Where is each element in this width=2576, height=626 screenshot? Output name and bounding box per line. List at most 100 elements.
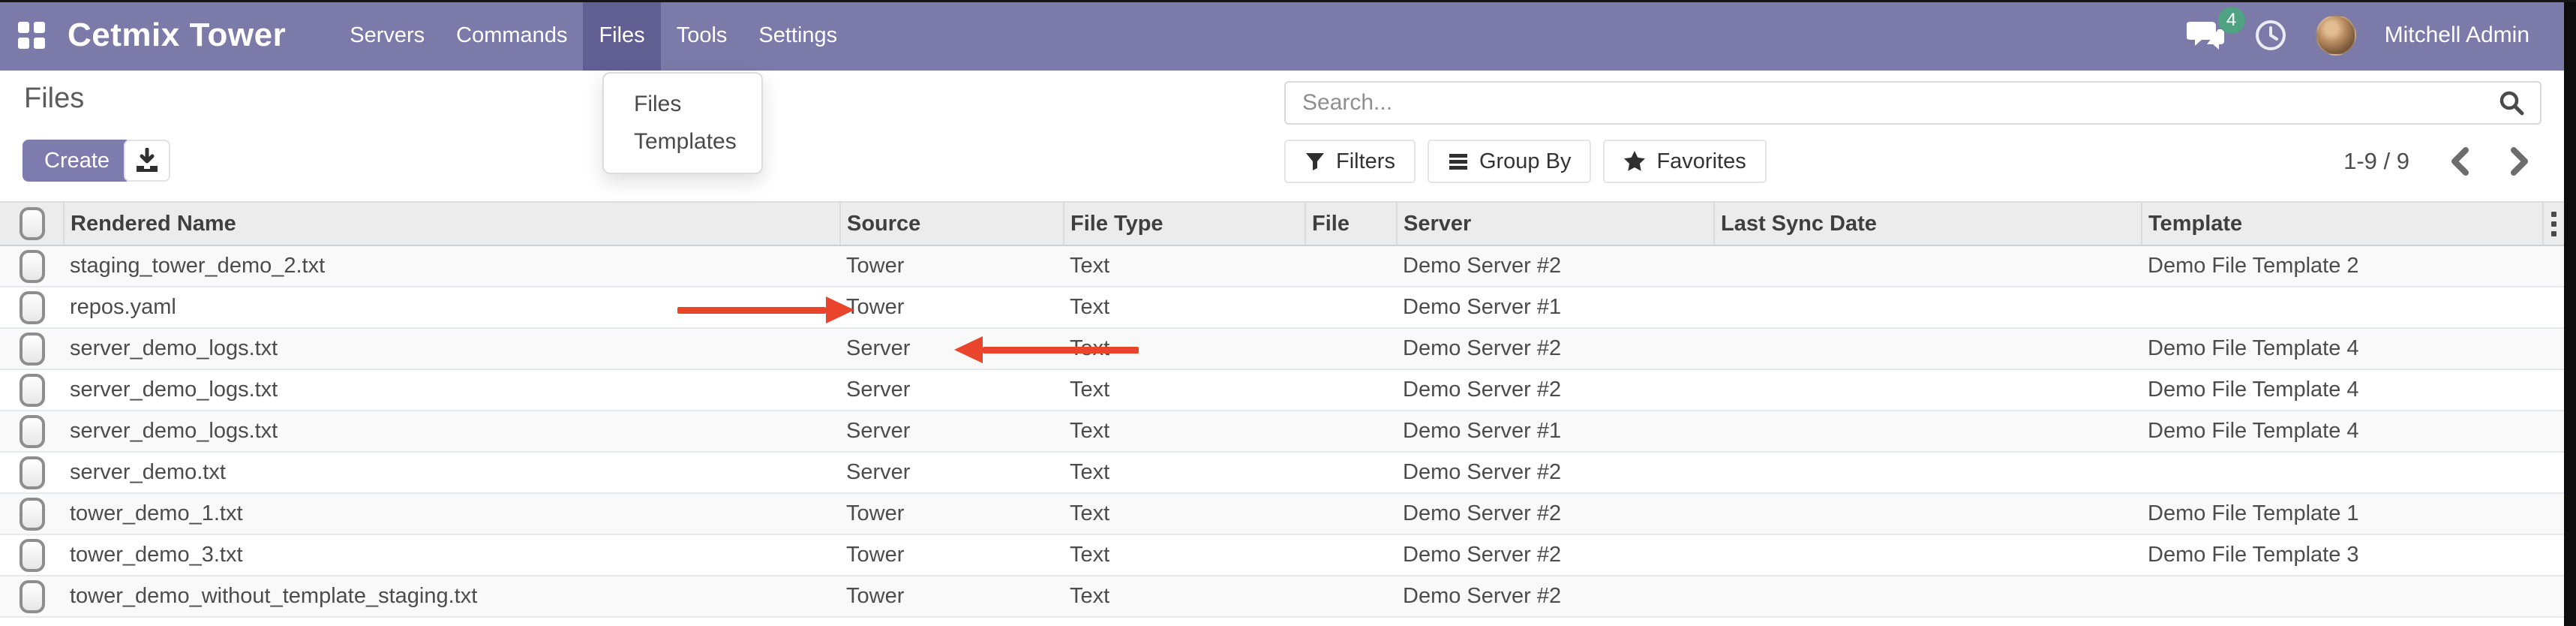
cell-source: Server <box>840 328 1064 369</box>
cell-server: Demo Server #1 <box>1397 287 1714 328</box>
cell-template: Demo File Template 3 <box>2142 534 2543 576</box>
files-list-table: Rendered NameSourceFile TypeFileServerLa… <box>0 201 2564 618</box>
cell-file <box>1305 576 1397 617</box>
apps-grid-icon[interactable] <box>18 22 45 49</box>
cell-template <box>2142 576 2543 617</box>
cell-last-sync-date <box>1714 411 2142 452</box>
cell-file <box>1305 411 1397 452</box>
filters-label: Filters <box>1336 149 1395 174</box>
column-header-file[interactable]: File <box>1305 202 1397 245</box>
nav-item-settings[interactable]: Settings <box>743 0 853 71</box>
row-checkbox[interactable] <box>20 250 45 283</box>
cell-options <box>2543 287 2564 328</box>
table-row[interactable]: tower_demo_without_template_staging.txtT… <box>0 576 2564 617</box>
search-icon[interactable] <box>2498 89 2525 116</box>
table-row[interactable]: server_demo_logs.txtServerTextDemo Serve… <box>0 411 2564 452</box>
cell-source: Tower <box>840 534 1064 576</box>
table-row[interactable]: server_demo.txtServerTextDemo Server #2 <box>0 452 2564 493</box>
row-checkbox[interactable] <box>20 291 45 324</box>
dropdown-item-files[interactable]: Files <box>604 86 761 123</box>
nav-item-commands[interactable]: Commands <box>440 0 583 71</box>
column-header-last-sync-date[interactable]: Last Sync Date <box>1714 202 2142 245</box>
cell-source: Server <box>840 369 1064 411</box>
row-checkbox[interactable] <box>20 415 45 448</box>
cell-source: Server <box>840 411 1064 452</box>
nav-item-servers[interactable]: Servers <box>334 0 440 71</box>
select-all-checkbox[interactable] <box>20 207 45 240</box>
cell-file-type: Text <box>1064 493 1305 534</box>
cell-file <box>1305 452 1397 493</box>
group-by-bars-icon <box>1448 151 1469 172</box>
cell-options <box>2543 411 2564 452</box>
cell-server: Demo Server #2 <box>1397 328 1714 369</box>
pager-previous-button[interactable] <box>2450 147 2469 176</box>
cell-rendered-name: server_demo_logs.txt <box>64 328 840 369</box>
cell-file <box>1305 493 1397 534</box>
group-by-button[interactable]: Group By <box>1428 140 1592 183</box>
nav-item-tools[interactable]: Tools <box>661 0 743 71</box>
table-row[interactable]: staging_tower_demo_2.txtTowerTextDemo Se… <box>0 245 2564 287</box>
cell-source: Tower <box>840 576 1064 617</box>
row-checkbox[interactable] <box>20 374 45 407</box>
chevron-right-icon <box>2510 147 2529 176</box>
dropdown-item-templates[interactable]: Templates <box>604 123 761 161</box>
filters-button[interactable]: Filters <box>1284 140 1416 183</box>
column-header-template[interactable]: Template <box>2142 202 2543 245</box>
cell-last-sync-date <box>1714 287 2142 328</box>
cell-file <box>1305 534 1397 576</box>
cell-server: Demo Server #2 <box>1397 576 1714 617</box>
download-button[interactable] <box>124 140 170 182</box>
cell-template: Demo File Template 1 <box>2142 493 2543 534</box>
cell-server: Demo Server #2 <box>1397 493 1714 534</box>
header-row: Rendered NameSourceFile TypeFileServerLa… <box>0 202 2564 245</box>
user-avatar[interactable] <box>2316 15 2356 56</box>
column-header-file-type[interactable]: File Type <box>1064 202 1305 245</box>
messages-button[interactable]: 4 <box>2187 19 2226 52</box>
app-brand[interactable]: Cetmix Tower <box>68 17 286 54</box>
cell-server: Demo Server #2 <box>1397 534 1714 576</box>
row-checkbox[interactable] <box>20 539 45 572</box>
clock-icon[interactable] <box>2254 19 2287 52</box>
search-input[interactable] <box>1286 90 2498 116</box>
cell-rendered-name: tower_demo_1.txt <box>64 493 840 534</box>
table-row[interactable]: repos.yamlTowerTextDemo Server #1 <box>0 287 2564 328</box>
cell-file-type: Text <box>1064 369 1305 411</box>
cell-checkbox <box>0 369 64 411</box>
cell-template: Demo File Template 4 <box>2142 411 2543 452</box>
table-body: staging_tower_demo_2.txtTowerTextDemo Se… <box>0 245 2564 617</box>
table-row[interactable]: tower_demo_1.txtTowerTextDemo Server #2D… <box>0 493 2564 534</box>
pager-next-button[interactable] <box>2510 147 2529 176</box>
cell-options <box>2543 576 2564 617</box>
user-menu[interactable]: Mitchell Admin <box>2385 23 2529 48</box>
window-top-edge <box>0 0 2576 2</box>
cell-rendered-name: tower_demo_3.txt <box>64 534 840 576</box>
nav-item-files[interactable]: Files <box>583 0 660 71</box>
table-row[interactable]: server_demo_logs.txtServerTextDemo Serve… <box>0 369 2564 411</box>
cell-last-sync-date <box>1714 328 2142 369</box>
cell-options <box>2543 493 2564 534</box>
column-header-server[interactable]: Server <box>1397 202 1714 245</box>
search-view-buttons: Filters Group By Favorites <box>1284 140 1767 183</box>
cell-template: Demo File Template 2 <box>2142 245 2543 287</box>
chevron-left-icon <box>2450 147 2469 176</box>
favorites-button[interactable]: Favorites <box>1603 140 1766 183</box>
row-checkbox[interactable] <box>20 498 45 531</box>
row-checkbox[interactable] <box>20 333 45 366</box>
table-row[interactable]: server_demo_logs.txtServerTextDemo Serve… <box>0 328 2564 369</box>
cell-rendered-name: server_demo_logs.txt <box>64 369 840 411</box>
cell-last-sync-date <box>1714 369 2142 411</box>
optional-columns-icon[interactable] <box>2544 212 2564 236</box>
row-checkbox[interactable] <box>20 456 45 489</box>
cell-last-sync-date <box>1714 493 2142 534</box>
create-button[interactable]: Create <box>23 140 131 182</box>
row-checkbox[interactable] <box>20 580 45 613</box>
cell-file <box>1305 287 1397 328</box>
cell-options <box>2543 452 2564 493</box>
cell-file-type: Text <box>1064 452 1305 493</box>
column-header-source[interactable]: Source <box>840 202 1064 245</box>
cell-file-type: Text <box>1064 287 1305 328</box>
column-header-rendered-name[interactable]: Rendered Name <box>64 202 840 245</box>
cell-template <box>2142 287 2543 328</box>
table-row[interactable]: tower_demo_3.txtTowerTextDemo Server #2D… <box>0 534 2564 576</box>
files-dropdown: FilesTemplates <box>602 72 763 174</box>
